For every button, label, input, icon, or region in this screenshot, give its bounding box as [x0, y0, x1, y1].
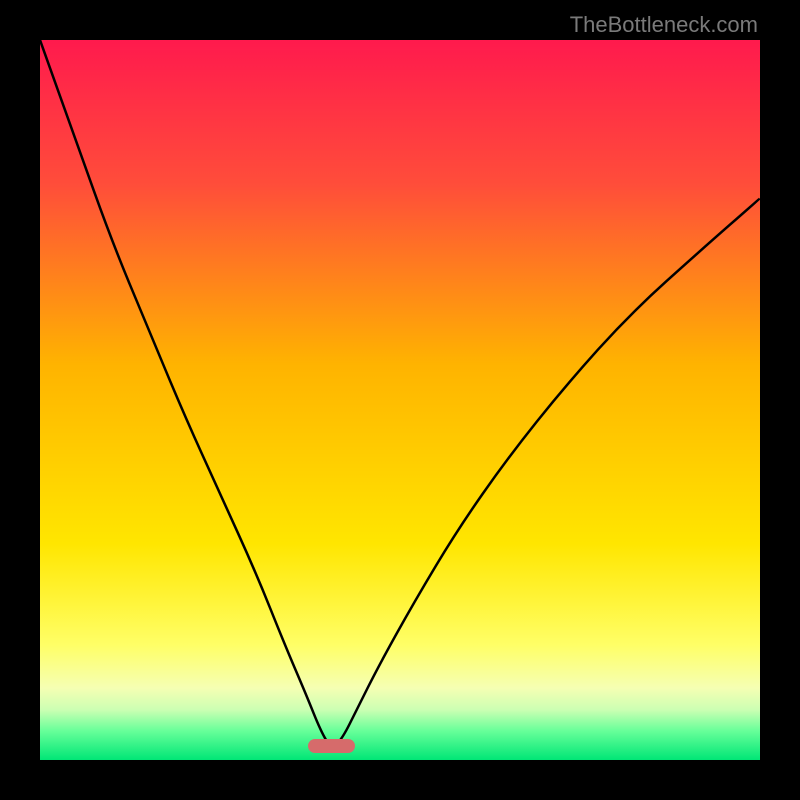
watermark: TheBottleneck.com	[570, 12, 758, 38]
chart-area	[40, 40, 760, 760]
optimal-marker	[308, 739, 355, 753]
bottleneck-curve	[40, 40, 760, 760]
